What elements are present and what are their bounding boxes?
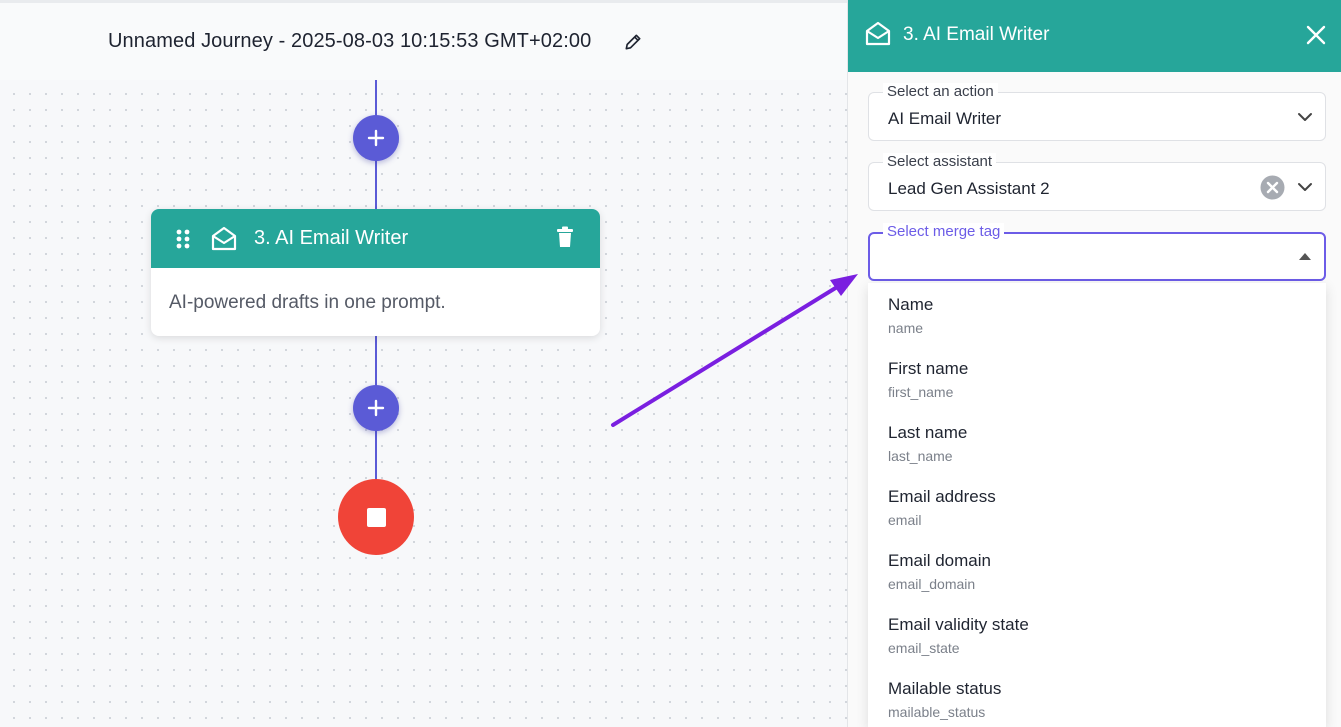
clear-icon[interactable] xyxy=(1260,175,1285,200)
journey-canvas[interactable] xyxy=(0,0,847,727)
option-key: first_name xyxy=(888,384,954,400)
merge-tag-option[interactable]: Name name xyxy=(868,283,1326,347)
journey-node-ai-email-writer[interactable]: 3. AI Email Writer AI-powered drafts in … xyxy=(151,209,600,336)
option-label: First name xyxy=(888,359,969,378)
action-select-value: AI Email Writer xyxy=(888,109,1002,128)
caret-up-icon[interactable] xyxy=(1299,253,1311,260)
merge-tag-select-label: Select merge tag xyxy=(883,223,1005,241)
option-label: Email address xyxy=(888,487,996,506)
merge-tag-select[interactable]: Select merge tag xyxy=(868,223,1326,281)
panel-header: 3. AI Email Writer xyxy=(848,0,1341,72)
option-key: email_state xyxy=(888,640,960,656)
add-step-button[interactable] xyxy=(353,115,399,161)
merge-tag-option[interactable]: First name first_name xyxy=(868,347,1326,411)
merge-tag-option[interactable]: Email validity state email_state xyxy=(868,603,1326,667)
stop-icon xyxy=(366,507,386,527)
journey-topbar: Unnamed Journey - 2025-08-03 10:15:53 GM… xyxy=(0,0,847,80)
option-key: email_domain xyxy=(888,576,976,592)
plus-icon xyxy=(367,399,385,417)
open-envelope-icon xyxy=(211,226,237,251)
pencil-icon[interactable] xyxy=(623,32,643,52)
node-description: AI-powered drafts in one prompt. xyxy=(169,292,446,313)
action-select[interactable]: Select an action AI Email Writer xyxy=(868,83,1326,141)
option-key: last_name xyxy=(888,448,953,464)
assistant-select-value: Lead Gen Assistant 2 xyxy=(888,179,1050,198)
add-step-button[interactable] xyxy=(353,385,399,431)
chevron-down-icon[interactable] xyxy=(1297,109,1313,125)
option-key: name xyxy=(888,320,924,336)
merge-tag-option[interactable]: Email domain email_domain xyxy=(868,539,1326,603)
plus-icon xyxy=(367,129,385,147)
journey-title: Unnamed Journey - 2025-08-03 10:15:53 GM… xyxy=(108,30,592,52)
close-icon[interactable] xyxy=(1304,23,1328,47)
node-title: 3. AI Email Writer xyxy=(254,227,409,249)
assistant-select-label: Select assistant xyxy=(883,153,997,171)
option-label: Last name xyxy=(888,423,968,442)
assistant-select[interactable]: Select assistant Lead Gen Assistant 2 xyxy=(868,153,1326,211)
option-label: Name xyxy=(888,295,934,314)
action-select-label: Select an action xyxy=(883,83,998,101)
option-key: email xyxy=(888,512,922,528)
merge-tag-dropdown: Name name First name first_name Last nam… xyxy=(868,283,1326,727)
merge-tag-option[interactable]: Mailable status mailable_status xyxy=(868,667,1326,727)
trash-icon[interactable] xyxy=(555,226,575,248)
open-envelope-icon xyxy=(865,21,891,46)
chevron-down-icon[interactable] xyxy=(1297,179,1313,195)
drag-handle-icon[interactable] xyxy=(176,229,190,249)
option-label: Email domain xyxy=(888,551,991,570)
option-label: Email validity state xyxy=(888,615,1029,634)
panel-title: 3. AI Email Writer xyxy=(903,24,1050,45)
merge-tag-option[interactable]: Last name last_name xyxy=(868,411,1326,475)
node-header: 3. AI Email Writer xyxy=(151,209,600,268)
journey-end-node[interactable] xyxy=(338,479,414,555)
merge-tag-option[interactable]: Email address email xyxy=(868,475,1326,539)
option-key: mailable_status xyxy=(888,704,986,720)
option-label: Mailable status xyxy=(888,679,1002,698)
